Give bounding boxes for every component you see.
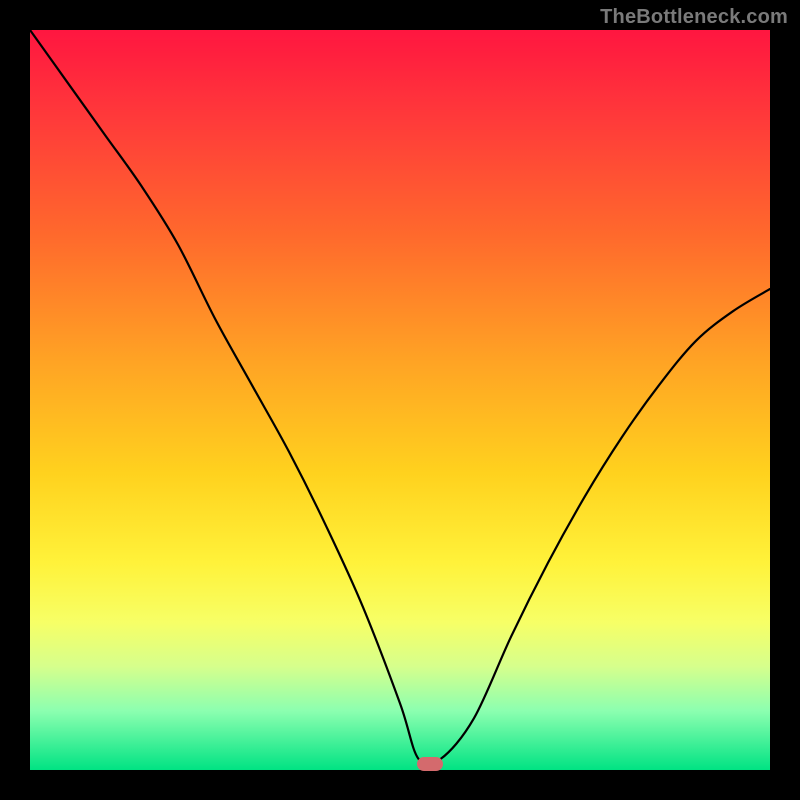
optimal-point-marker — [417, 757, 443, 771]
curve-path — [30, 30, 770, 765]
watermark-text: TheBottleneck.com — [600, 6, 788, 29]
chart-frame: TheBottleneck.com — [0, 0, 800, 800]
bottleneck-curve — [30, 30, 770, 770]
plot-area — [30, 30, 770, 770]
